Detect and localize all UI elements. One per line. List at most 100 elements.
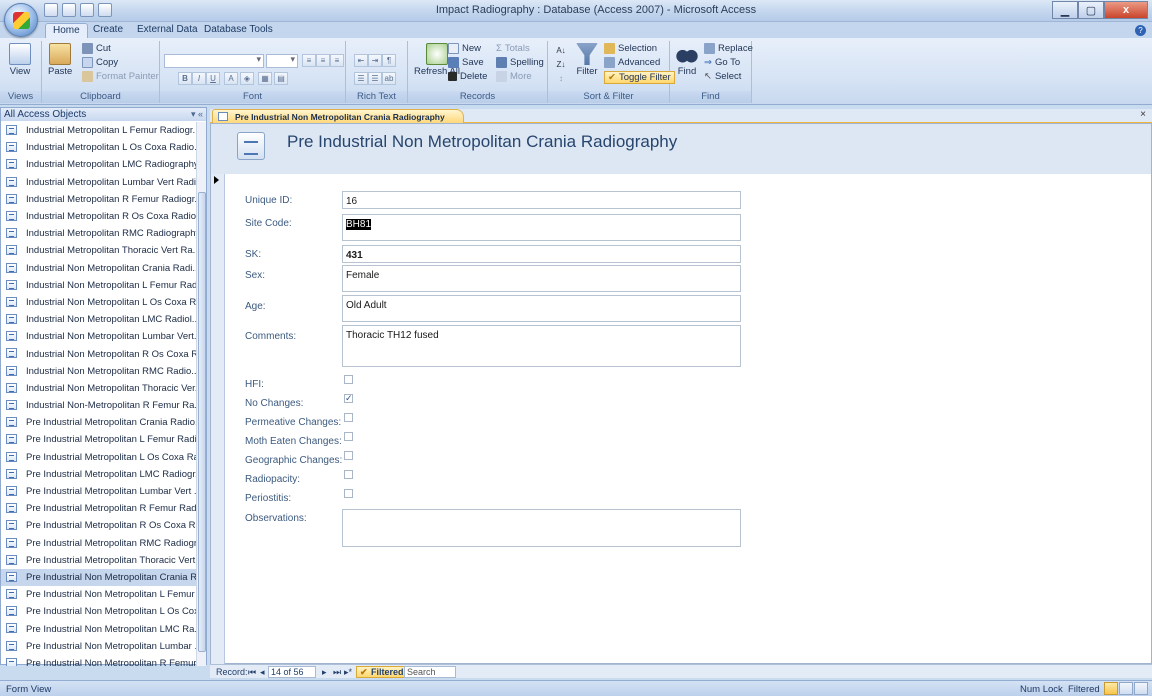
close-window-button[interactable]: x — [1104, 1, 1148, 19]
alternate-fill-icon[interactable]: ▤ — [274, 72, 288, 85]
paste-button[interactable]: Paste — [48, 43, 72, 77]
advanced-button[interactable]: Advanced — [604, 57, 660, 68]
nav-list-item[interactable]: Industrial Non Metropolitan L Os Coxa R.… — [1, 294, 197, 311]
gridlines-icon[interactable]: ▦ — [258, 72, 272, 85]
nav-list-item[interactable]: Industrial Non Metropolitan Thoracic Ver… — [1, 380, 197, 397]
tab-database-tools[interactable]: Database Tools — [197, 23, 280, 38]
font-color-icon[interactable]: A — [224, 72, 238, 85]
filtered-toggle[interactable]: ✔ Filtered — [356, 666, 408, 678]
nav-list-item[interactable]: Pre Industrial Metropolitan R Os Coxa Ra… — [1, 517, 197, 534]
delete-record-button[interactable]: Delete — [448, 71, 487, 82]
bold-button[interactable]: B — [178, 72, 192, 85]
new-record-button[interactable]: New — [448, 43, 481, 54]
sort-ascending-icon[interactable]: A↓ — [554, 45, 568, 58]
nav-list-item[interactable]: Pre Industrial Metropolitan LMC Radiogr.… — [1, 466, 197, 483]
form-view-icon[interactable] — [1104, 682, 1118, 695]
italic-button[interactable]: I — [192, 72, 206, 85]
totals-button[interactable]: Σ Totals — [496, 43, 530, 54]
nav-list-item[interactable]: Industrial Non Metropolitan R Os Coxa R.… — [1, 345, 197, 362]
record-position-box[interactable]: 14 of 56 — [268, 666, 316, 678]
toggle-filter-button[interactable]: ✔ Toggle Filter — [604, 71, 675, 84]
font-size-combo[interactable] — [266, 54, 298, 68]
comments-field[interactable]: Thoracic TH12 fused — [342, 325, 741, 367]
maximize-button[interactable]: ▢ — [1078, 1, 1104, 19]
no-changes-checkbox[interactable]: ✓ — [344, 394, 353, 403]
nav-list-item[interactable]: Industrial Metropolitan L Os Coxa Radio.… — [1, 139, 197, 156]
permeative-changes-checkbox[interactable] — [344, 413, 353, 422]
align-right-icon[interactable]: ≡ — [330, 54, 344, 67]
nav-list-item[interactable]: Pre Industrial Metropolitan R Femur Radi… — [1, 500, 197, 517]
nav-list-item[interactable]: Pre Industrial Metropolitan Thoracic Ver… — [1, 552, 197, 569]
nav-list-item[interactable]: Industrial Non Metropolitan Crania Radi.… — [1, 260, 197, 277]
nav-list-item[interactable]: Pre Industrial Metropolitan L Femur Radi… — [1, 431, 197, 448]
sort-descending-icon[interactable]: Z↓ — [554, 59, 568, 72]
nav-list-item[interactable]: Pre Industrial Metropolitan L Os Coxa Ra… — [1, 449, 197, 466]
numbering-icon[interactable]: ☰ — [354, 72, 368, 85]
nav-list-item[interactable]: Industrial Metropolitan R Femur Radiogr.… — [1, 191, 197, 208]
periostitis-checkbox[interactable] — [344, 489, 353, 498]
bullets-icon[interactable]: ☰ — [368, 72, 382, 85]
underline-button[interactable]: U — [206, 72, 220, 85]
cut-button[interactable]: Cut — [82, 43, 111, 54]
text-direction-icon[interactable]: ¶ — [382, 54, 396, 67]
find-button[interactable]: Find — [676, 43, 698, 77]
align-left-icon[interactable]: ≡ — [302, 54, 316, 67]
hfi-checkbox[interactable] — [344, 375, 353, 384]
more-button[interactable]: More — [496, 71, 532, 82]
copy-button[interactable]: Copy — [82, 57, 118, 68]
nav-list-item[interactable]: Industrial Metropolitan LMC Radiography — [1, 156, 197, 173]
highlight-icon[interactable]: ab — [382, 72, 396, 85]
tab-create[interactable]: Create — [86, 23, 130, 38]
nav-list-item[interactable]: Pre Industrial Metropolitan Crania Radio… — [1, 414, 197, 431]
close-document-button[interactable]: × — [1140, 109, 1146, 120]
minimize-button[interactable]: ▁ — [1052, 1, 1078, 19]
nav-list-item[interactable]: Industrial Metropolitan L Femur Radiogr.… — [1, 122, 197, 139]
nav-list-item[interactable]: Pre Industrial Non Metropolitan L Os Cox… — [1, 603, 197, 620]
nav-list-item[interactable]: Pre Industrial Metropolitan Lumbar Vert … — [1, 483, 197, 500]
new-record-nav-button[interactable]: ▸* — [344, 667, 352, 678]
moth-eaten-changes-checkbox[interactable] — [344, 432, 353, 441]
nav-list-item[interactable]: Industrial Metropolitan R Os Coxa Radio.… — [1, 208, 197, 225]
tab-crania-radiography-form[interactable]: Pre Industrial Non Metropolitan Crania R… — [212, 109, 464, 123]
selection-button[interactable]: Selection — [604, 43, 657, 54]
nav-list-item[interactable]: Pre Industrial Non Metropolitan R Femur.… — [1, 655, 197, 666]
fill-color-icon[interactable]: ◈ — [240, 72, 254, 85]
spelling-button[interactable]: Spelling — [496, 57, 544, 68]
go-to-button[interactable]: ⇒ Go To — [704, 57, 740, 68]
tab-external-data[interactable]: External Data — [130, 23, 205, 38]
datasheet-view-icon[interactable] — [1119, 682, 1133, 695]
nav-list-item[interactable]: Pre Industrial Metropolitan RMC Radiogr.… — [1, 535, 197, 552]
nav-scrollbar[interactable] — [196, 122, 206, 666]
nav-scroll-thumb[interactable] — [198, 192, 206, 652]
format-painter-button[interactable]: Format Painter — [82, 71, 159, 82]
last-record-button[interactable]: ⏭ — [333, 667, 341, 678]
nav-list-item[interactable]: Industrial Non Metropolitan L Femur Rad.… — [1, 277, 197, 294]
select-button[interactable]: ↖ Select — [704, 71, 741, 82]
office-button[interactable] — [4, 3, 38, 37]
nav-list-item[interactable]: Industrial Non Metropolitan LMC Radiol..… — [1, 311, 197, 328]
nav-list-item[interactable]: Industrial Non Metropolitan RMC Radio... — [1, 363, 197, 380]
sk-field[interactable]: 431 — [342, 245, 741, 263]
filter-button[interactable]: Filter — [576, 43, 598, 77]
nav-list-item[interactable]: Pre Industrial Non Metropolitan Crania R… — [1, 568, 197, 587]
observations-field[interactable] — [342, 509, 741, 547]
radiopacity-checkbox[interactable] — [344, 470, 353, 479]
nav-list-item[interactable]: Industrial Metropolitan RMC Radiography — [1, 225, 197, 242]
record-search-box[interactable]: Search — [404, 666, 456, 678]
nav-pane-controls[interactable]: ▾ « — [191, 108, 203, 121]
font-name-combo[interactable] — [164, 54, 264, 68]
first-record-button[interactable]: ⏮ — [248, 667, 256, 678]
next-record-button[interactable]: ▸ — [322, 667, 327, 678]
help-icon[interactable]: ? — [1135, 25, 1146, 36]
nav-list-item[interactable]: Industrial Metropolitan Thoracic Vert Ra… — [1, 242, 197, 259]
save-record-button[interactable]: Save — [448, 57, 484, 68]
clear-sort-icon[interactable]: ↕ — [554, 73, 568, 86]
nav-list-item[interactable]: Pre Industrial Non Metropolitan LMC Ra..… — [1, 620, 197, 637]
geographic-changes-checkbox[interactable] — [344, 451, 353, 460]
sex-field[interactable]: Female — [342, 265, 741, 292]
nav-list-item[interactable]: Industrial Metropolitan Lumbar Vert Radi… — [1, 174, 197, 191]
nav-list-item[interactable]: Pre Industrial Non Metropolitan L Femur … — [1, 586, 197, 603]
age-field[interactable]: Old Adult — [342, 295, 741, 322]
increase-indent-icon[interactable]: ⇥ — [368, 54, 382, 67]
nav-pane-header[interactable]: All Access Objects ▾ « — [1, 108, 206, 121]
